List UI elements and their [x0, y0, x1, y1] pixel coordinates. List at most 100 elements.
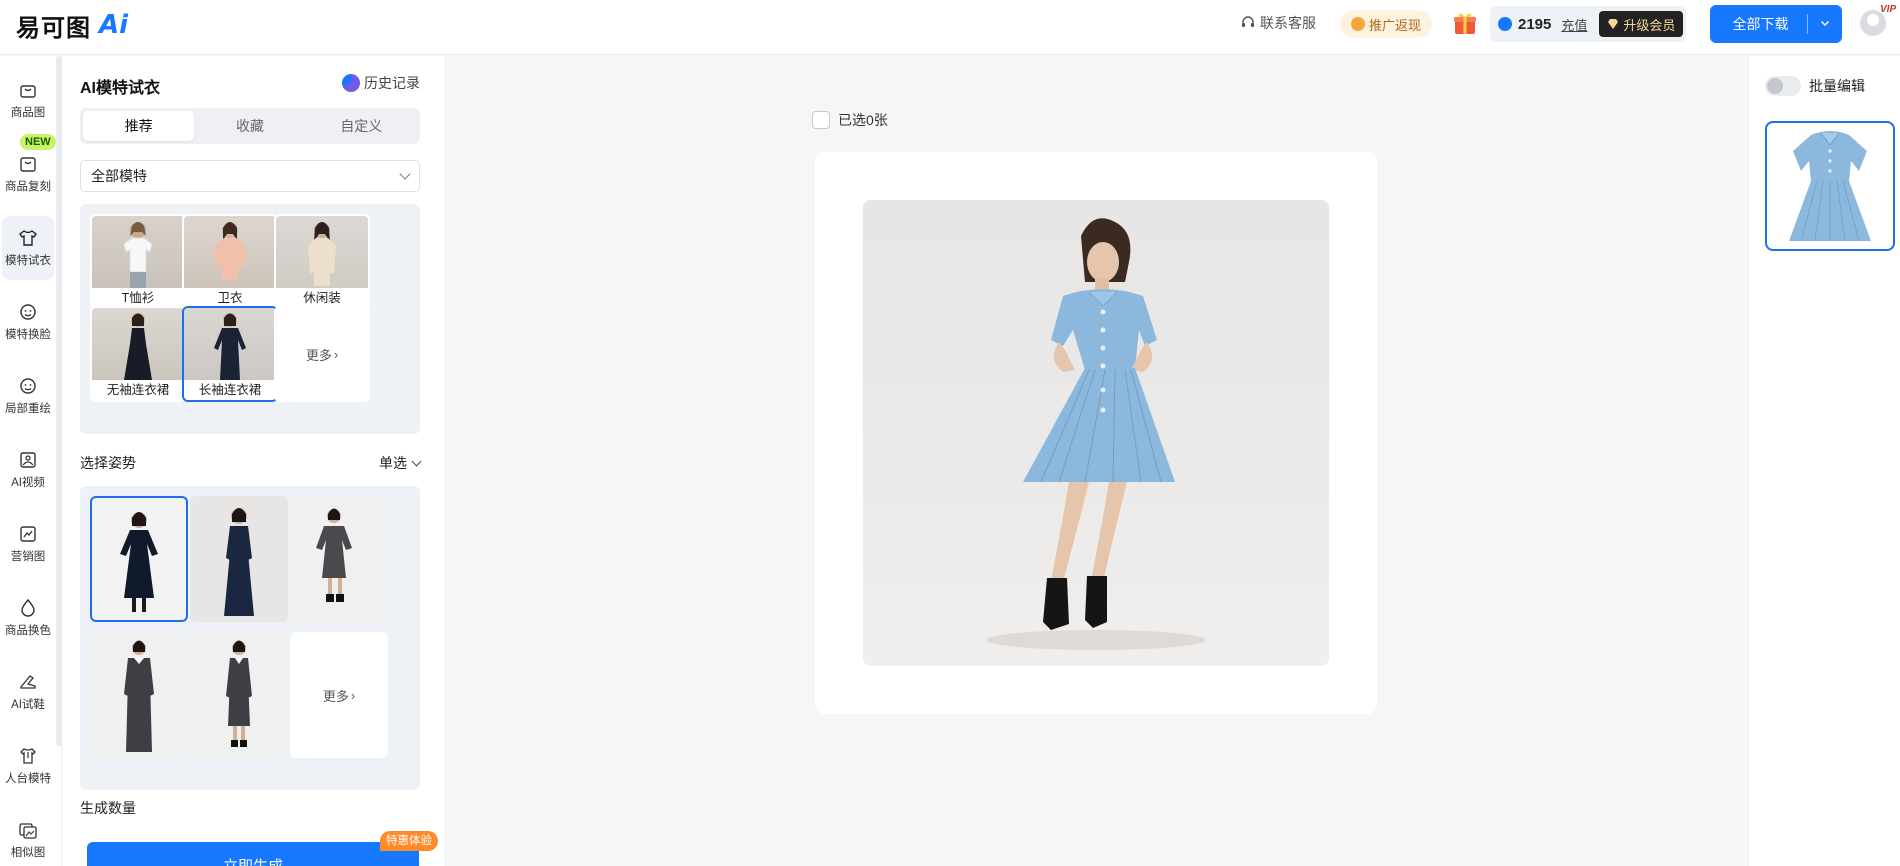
clothing-thumbnail	[276, 216, 368, 288]
pose-option[interactable]	[190, 632, 288, 758]
special-offer-badge: 特惠体验	[380, 831, 438, 851]
model-figure	[214, 313, 246, 380]
tryon-panel: AI模特试衣 历史记录 推荐 收藏 自定义 全部模特 T恤衫 卫衣 休闲装 无袖…	[62, 56, 444, 866]
nav-item-similar-image[interactable]: 相似图	[0, 808, 56, 866]
nav-label: 相似图	[10, 847, 46, 859]
selected-count-label: 已选0张	[838, 112, 888, 128]
pose-option[interactable]	[290, 496, 388, 622]
clothing-label: 卫衣	[217, 291, 243, 305]
pose-grid: 更多 ›	[80, 486, 420, 790]
model-filter-value: 全部模特	[91, 168, 147, 184]
bag-icon	[20, 85, 36, 98]
top-bar: 易可图 Ai 联系客服 推广返现 2195 充值 升级会员 全部下载 VIP	[0, 0, 1900, 55]
panel-title: AI模特试衣	[80, 80, 161, 97]
nav-item-product-image[interactable]: 商品图	[0, 68, 56, 132]
clothing-label: 长袖连衣裙	[198, 383, 262, 397]
quantity-label: 生成数量	[80, 800, 136, 816]
clothing-option-sweatshirt[interactable]: 卫衣	[182, 214, 278, 310]
nav-item-marketing[interactable]: 营销图	[0, 512, 56, 576]
nav-label: 模特换脸	[5, 329, 51, 341]
pose-mode-value: 单选	[379, 455, 407, 471]
result-thumbnail[interactable]	[1765, 121, 1895, 251]
nav-label: 人台模特	[5, 773, 51, 785]
history-label: 历史记录	[364, 75, 420, 91]
nav-label: 商品复刻	[5, 181, 51, 193]
nav-item-product-replica[interactable]: 商品复刻	[0, 142, 56, 206]
pose-figure	[226, 640, 252, 747]
nav-item-mannequin[interactable]: 人台模特	[0, 734, 56, 798]
batch-edit-toggle[interactable]	[1765, 76, 1801, 96]
more-label: 更多	[322, 688, 349, 704]
similar-image-icon	[19, 823, 37, 839]
clothing-thumbnail	[184, 216, 276, 288]
pose-figure	[124, 640, 154, 752]
clothing-option-casual[interactable]: 休闲装	[274, 214, 370, 310]
chevron-down-icon[interactable]	[1808, 17, 1842, 31]
history-icon	[342, 74, 360, 92]
nav-item-model-tryon[interactable]: 模特试衣	[2, 216, 54, 280]
chevron-right-icon: ›	[350, 687, 356, 703]
shoe-icon	[20, 675, 36, 689]
pose-option[interactable]	[90, 632, 188, 758]
nav-item-partial-repaint[interactable]: 局部重绘	[0, 364, 56, 428]
clothing-option-sleeveless-dress[interactable]: 无袖连衣裙	[90, 306, 186, 402]
model-photo	[986, 218, 1206, 650]
chevron-down-icon	[411, 456, 422, 466]
customer-service-link[interactable]: 联系客服	[1240, 12, 1316, 34]
clothing-type-grid: T恤衫 卫衣 休闲装 无袖连衣裙 长袖连衣裙 更多 ›	[80, 204, 420, 434]
clothing-label: T恤衫	[121, 291, 155, 305]
gift-icon[interactable]	[1452, 10, 1478, 36]
pose-option[interactable]	[190, 496, 288, 622]
upgrade-vip-button[interactable]: 升级会员	[1599, 11, 1684, 37]
video-icon	[20, 452, 36, 468]
diamond-icon	[1608, 19, 1619, 29]
promo-cashback-button[interactable]: 推广返现	[1340, 10, 1432, 38]
generate-label: 立即生成	[222, 857, 283, 866]
nav-item-ai-shoe[interactable]: AI试鞋	[0, 660, 56, 724]
coin-icon	[1350, 17, 1365, 31]
credit-balance: 2195	[1518, 15, 1552, 33]
color-drop-icon	[21, 598, 35, 617]
clothing-option-long-sleeve-dress[interactable]: 长袖连衣裙	[182, 306, 278, 402]
clothing-thumbnail	[92, 308, 184, 380]
download-all-button[interactable]: 全部下载	[1710, 5, 1842, 43]
nav-item-ai-video[interactable]: AI视频	[0, 438, 56, 502]
tab-custom[interactable]: 自定义	[306, 111, 417, 141]
download-all-label: 全部下载	[1732, 16, 1789, 32]
tab-favorites[interactable]: 收藏	[194, 111, 305, 141]
history-button[interactable]: 历史记录	[342, 73, 420, 93]
model-figure	[308, 222, 336, 286]
model-figure	[124, 313, 152, 380]
copy-bag-icon	[20, 157, 36, 172]
model-filter-select[interactable]: 全部模特	[80, 160, 420, 192]
clothing-label: 休闲装	[303, 291, 341, 305]
pose-more-button[interactable]: 更多 ›	[290, 632, 388, 758]
chevron-down-icon	[399, 168, 411, 180]
pose-mode-select[interactable]: 单选	[379, 453, 422, 473]
promo-label: 推广返现	[1368, 17, 1421, 33]
nav-item-color-change[interactable]: 商品换色	[0, 586, 56, 650]
model-figure	[214, 222, 246, 280]
recharge-link[interactable]: 充值	[1561, 15, 1587, 34]
clothing-thumbnail	[92, 216, 184, 288]
face-repaint-icon	[20, 378, 36, 394]
credit-coin-icon	[1498, 17, 1512, 31]
clothing-option-tshirt[interactable]: T恤衫	[90, 214, 186, 310]
nav-label: 商品换色	[5, 625, 51, 637]
pose-option[interactable]	[90, 496, 188, 622]
upgrade-vip-label: 升级会员	[1623, 17, 1676, 33]
nav-label: 营销图	[10, 551, 46, 563]
clothing-thumbnail	[184, 308, 276, 380]
tab-recommended[interactable]: 推荐	[83, 111, 195, 141]
clothing-more-button[interactable]: 更多 ›	[274, 306, 370, 402]
balance-box: 2195 充值 升级会员	[1490, 6, 1686, 42]
select-all-checkbox[interactable]	[812, 111, 830, 129]
vip-corner-badge: VIP	[1880, 4, 1897, 15]
nav-item-face-swap[interactable]: 模特换脸	[0, 290, 56, 354]
chevron-right-icon: ›	[333, 346, 339, 362]
pose-header: 选择姿势 单选	[80, 453, 422, 473]
logo[interactable]: 易可图 Ai	[16, 10, 128, 42]
generate-button[interactable]: 立即生成	[87, 842, 419, 866]
pose-figure	[120, 512, 158, 612]
result-image[interactable]	[863, 200, 1329, 666]
